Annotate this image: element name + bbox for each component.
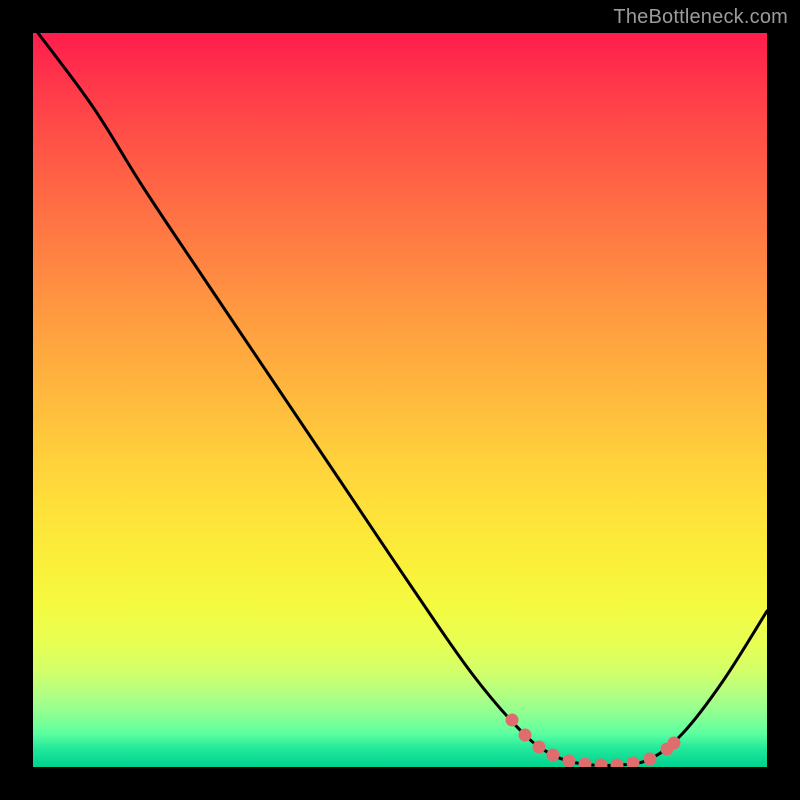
highlight-dot	[563, 755, 576, 768]
highlight-dot	[547, 749, 560, 762]
chart-frame: TheBottleneck.com	[0, 0, 800, 800]
highlight-dot	[627, 757, 640, 768]
watermark-text: TheBottleneck.com	[613, 6, 788, 29]
chart-svg	[33, 33, 767, 767]
highlight-dot	[533, 741, 546, 754]
plot-area	[33, 33, 767, 767]
highlight-dot	[519, 729, 532, 742]
highlight-dot	[579, 758, 592, 768]
highlight-dot	[611, 759, 624, 768]
highlight-dot	[644, 753, 657, 766]
highlight-dot	[668, 737, 681, 750]
bottleneck-curve-path	[38, 33, 767, 766]
highlight-dot	[595, 759, 608, 768]
highlight-dot	[506, 714, 519, 727]
